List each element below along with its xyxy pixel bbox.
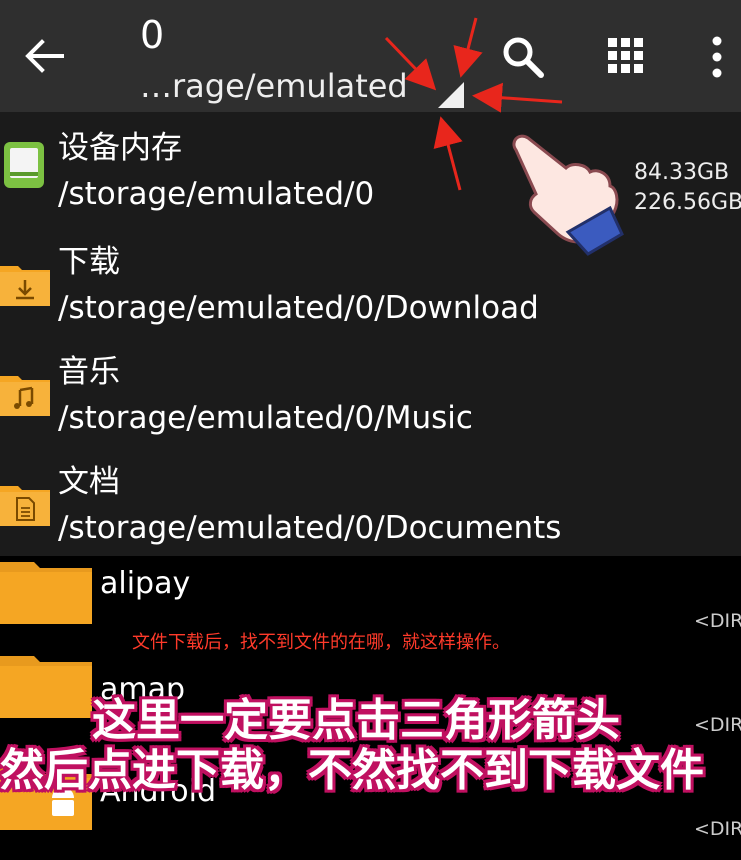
folder-icon [0,656,92,718]
location-dropdown: 设备内存 /storage/emulated/0 下载 /storage/emu… [0,112,741,556]
storage-usage: 84.33GB 226.56GB [634,158,741,218]
dropdown-item-label: 设备内存 [58,130,182,166]
tutorial-caption-line2: 然后点进下载，不然找不到下载文件 [0,745,704,796]
dir-tag: <DIR> [694,610,741,632]
download-folder-icon [0,266,50,306]
pointing-hand-icon [512,134,624,256]
storage-total: 226.56GB [634,190,741,215]
tutorial-note: 文件下载后，找不到文件的在哪，就这样操作。 [132,632,510,653]
dropdown-item-path: /storage/emulated/0/Music [58,400,473,436]
music-folder-icon [0,376,50,416]
storage-free: 84.33GB [634,160,730,185]
dropdown-item-path: /storage/emulated/0/Documents [58,510,562,546]
dropdown-item-label: 文档 [58,464,120,500]
toolbar: 0 …rage/emulated [0,0,741,112]
sdcard-icon [4,142,44,188]
dropdown-item-download[interactable]: 下载 /storage/emulated/0/Download [0,226,741,336]
dropdown-item-path: /storage/emulated/0 [58,176,375,212]
dir-tag: <DIR> [694,818,741,840]
dir-tag: <DIR> [694,714,741,736]
dropdown-item-label: 音乐 [58,354,120,390]
back-arrow-icon[interactable] [22,34,66,78]
folder-icon [0,562,92,624]
more-options-icon[interactable] [708,36,726,78]
grid-view-icon[interactable] [608,38,644,74]
dropdown-item-label: 下载 [58,244,120,280]
search-icon[interactable] [500,34,546,80]
dropdown-item-device-storage[interactable]: 设备内存 /storage/emulated/0 [0,112,741,222]
document-folder-icon [0,486,50,526]
path-breadcrumb[interactable]: …rage/emulated [140,64,408,108]
file-name: alipay [100,566,191,601]
dropdown-item-path: /storage/emulated/0/Download [58,290,539,326]
dropdown-triangle-icon[interactable] [438,82,464,108]
folder-title: 0 [140,13,165,57]
dropdown-item-music[interactable]: 音乐 /storage/emulated/0/Music [0,336,741,446]
dropdown-item-documents[interactable]: 文档 /storage/emulated/0/Documents [0,446,741,556]
